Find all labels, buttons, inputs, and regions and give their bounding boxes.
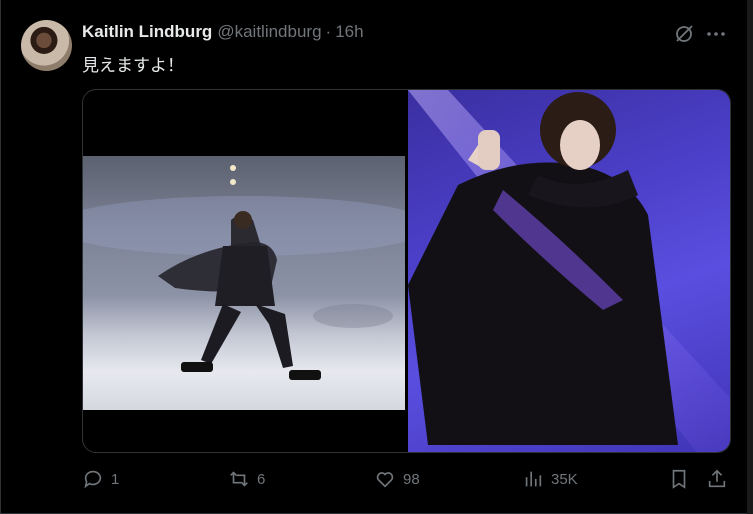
grok-icon[interactable] bbox=[672, 22, 696, 46]
repost-count: 6 bbox=[257, 470, 266, 488]
avatar[interactable] bbox=[21, 20, 72, 71]
bookmark-button[interactable] bbox=[668, 468, 690, 490]
views-count: 35K bbox=[551, 470, 578, 488]
bookmark-icon bbox=[672, 469, 686, 489]
views-icon bbox=[525, 471, 542, 487]
repost-icon bbox=[230, 471, 248, 487]
media-image-1[interactable] bbox=[83, 156, 405, 410]
scrollbar[interactable] bbox=[747, 0, 753, 514]
more-icon[interactable] bbox=[704, 22, 728, 46]
reply-icon bbox=[84, 470, 102, 489]
share-button[interactable] bbox=[706, 468, 728, 490]
media-image-2[interactable] bbox=[408, 90, 730, 452]
reply-count: 1 bbox=[111, 470, 120, 488]
media-grid bbox=[82, 89, 731, 453]
author-handle[interactable]: @kaitlindburg bbox=[217, 22, 321, 42]
separator-dot: · bbox=[325, 22, 332, 41]
reply-button[interactable]: 1 bbox=[82, 468, 119, 490]
tweet-header: Kaitlin Lindburg @kaitlindburg · 16h bbox=[82, 22, 364, 42]
timestamp[interactable]: 16h bbox=[335, 22, 363, 42]
like-icon bbox=[376, 472, 394, 488]
views-button[interactable]: 35K bbox=[522, 468, 578, 490]
tweet-text: 見えますよ！ bbox=[82, 56, 184, 76]
like-button[interactable]: 98 bbox=[374, 468, 420, 490]
repost-button[interactable]: 6 bbox=[228, 468, 265, 490]
like-count: 98 bbox=[403, 470, 420, 488]
author-name[interactable]: Kaitlin Lindburg bbox=[82, 22, 212, 42]
action-bar: 1 6 98 35K bbox=[0, 468, 753, 498]
share-icon bbox=[708, 469, 726, 488]
